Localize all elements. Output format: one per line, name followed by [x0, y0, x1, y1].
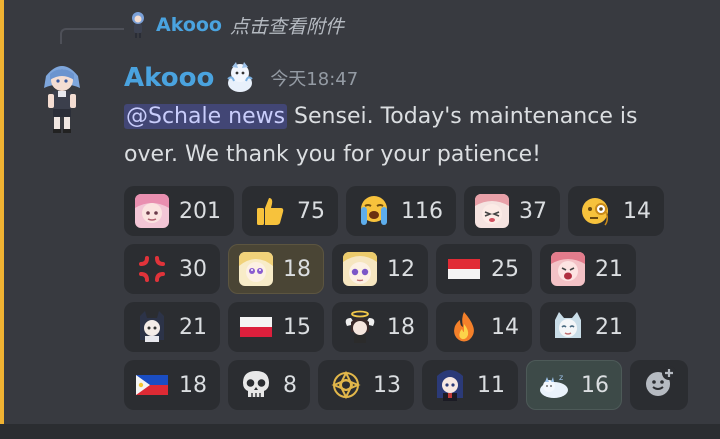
reaction-count: 8	[283, 372, 297, 398]
face-with-monocle-emoji	[579, 194, 613, 228]
svg-text:z: z	[559, 373, 563, 382]
poland-flag-emoji	[239, 310, 273, 344]
message-content: @Schale news Sensei. Today's maintenance…	[124, 98, 684, 174]
message-header: Akooo 今天18:47	[124, 58, 358, 98]
shouting-pink-girl-emoji	[551, 252, 585, 286]
reaction-cat-girl[interactable]: 21	[540, 302, 636, 352]
reaction-count: 75	[297, 198, 325, 224]
reaction-count: 25	[491, 256, 519, 282]
philippines-flag-emoji	[135, 368, 169, 402]
add-reaction-icon	[642, 366, 676, 404]
reaction-flustered-girl[interactable]: 37	[464, 186, 560, 236]
reaction-count: 21	[179, 314, 207, 340]
skull-emoji	[239, 368, 273, 402]
reaction-face-with-monocle[interactable]: 14	[568, 186, 664, 236]
reaction-shouting-pink-girl[interactable]: 21	[540, 244, 636, 294]
reaction-count: 201	[179, 198, 221, 224]
anger-symbol-emoji	[135, 252, 169, 286]
reaction-count: 21	[595, 314, 623, 340]
message-timestamp[interactable]: 今天18:47	[270, 65, 358, 91]
dark-hair-girl-emoji	[135, 310, 169, 344]
reply-attachment-text[interactable]: 点击查看附件	[230, 12, 344, 39]
angel-girl-emoji	[343, 310, 377, 344]
reactions-row-4: 18 8 13 11 z 16	[124, 360, 688, 410]
reply-avatar-icon[interactable]	[128, 11, 148, 39]
reaction-count: 11	[477, 372, 505, 398]
reaction-blue-hair-girl[interactable]: 11	[422, 360, 518, 410]
loudly-crying-face-emoji	[357, 194, 391, 228]
reaction-count: 18	[179, 372, 207, 398]
reaction-philippines-flag[interactable]: 18	[124, 360, 220, 410]
reaction-count: 21	[595, 256, 623, 282]
reactions-bar: 201 75 116 37 14 30 18 12 25 21 21 15 18…	[124, 186, 688, 418]
reaction-count: 116	[401, 198, 443, 224]
reaction-count: 16	[581, 372, 609, 398]
flustered-girl-emoji	[475, 194, 509, 228]
reactions-row-1: 201 75 116 37 14	[124, 186, 688, 236]
reply-author[interactable]: Akooo	[156, 14, 222, 36]
reaction-count: 14	[491, 314, 519, 340]
reaction-fire[interactable]: 14	[436, 302, 532, 352]
mention-schale-news[interactable]: @Schale news	[124, 104, 288, 129]
reaction-blonde-girl[interactable]: 18	[228, 244, 324, 294]
reaction-halo-emblem[interactable]: 13	[318, 360, 414, 410]
fire-emoji	[447, 310, 481, 344]
author-avatar[interactable]	[36, 58, 88, 134]
blue-hair-girl-emoji	[433, 368, 467, 402]
reaction-skull[interactable]: 8	[228, 360, 310, 410]
reaction-anger-symbol[interactable]: 30	[124, 244, 220, 294]
reaction-count: 37	[519, 198, 547, 224]
blonde-girl-emoji	[239, 252, 273, 286]
author-badge-icon	[224, 61, 256, 95]
halo-emblem-emoji	[329, 368, 363, 402]
add-reaction-button[interactable]	[630, 360, 688, 410]
reaction-count: 15	[283, 314, 311, 340]
reaction-angel-girl[interactable]: 18	[332, 302, 428, 352]
reply-reference[interactable]: Akooo 点击查看附件	[128, 10, 344, 40]
thumbs-up-emoji	[253, 194, 287, 228]
reactions-row-3: 21 15 18 14 21	[124, 302, 688, 352]
message-author[interactable]: Akooo	[124, 63, 214, 93]
message-highlight-bar	[0, 0, 4, 424]
reaction-count: 12	[387, 256, 415, 282]
chat-bottom-strip	[0, 424, 720, 439]
reaction-poland-flag[interactable]: 15	[228, 302, 324, 352]
blonde-girl-closeup-emoji	[343, 252, 377, 286]
indonesia-flag-emoji	[447, 252, 481, 286]
reactions-row-2: 30 18 12 25 21	[124, 244, 688, 294]
cat-girl-emoji	[551, 310, 585, 344]
sleeping-creature-emoji: z	[537, 368, 571, 402]
reaction-count: 13	[373, 372, 401, 398]
reaction-loudly-crying[interactable]: 116	[346, 186, 456, 236]
reaction-count: 18	[283, 256, 311, 282]
reaction-sleeping-creature[interactable]: z 16	[526, 360, 622, 410]
reaction-thumbs-up[interactable]: 75	[242, 186, 338, 236]
reaction-count: 18	[387, 314, 415, 340]
reaction-pink-hair-girl[interactable]: 201	[124, 186, 234, 236]
reaction-indonesia-flag[interactable]: 25	[436, 244, 532, 294]
reaction-blonde-girl-closeup[interactable]: 12	[332, 244, 428, 294]
reaction-count: 30	[179, 256, 207, 282]
pink-hair-girl-emoji	[135, 194, 169, 228]
reaction-count: 14	[623, 198, 651, 224]
reply-spine	[60, 28, 124, 44]
reaction-dark-hair-girl[interactable]: 21	[124, 302, 220, 352]
